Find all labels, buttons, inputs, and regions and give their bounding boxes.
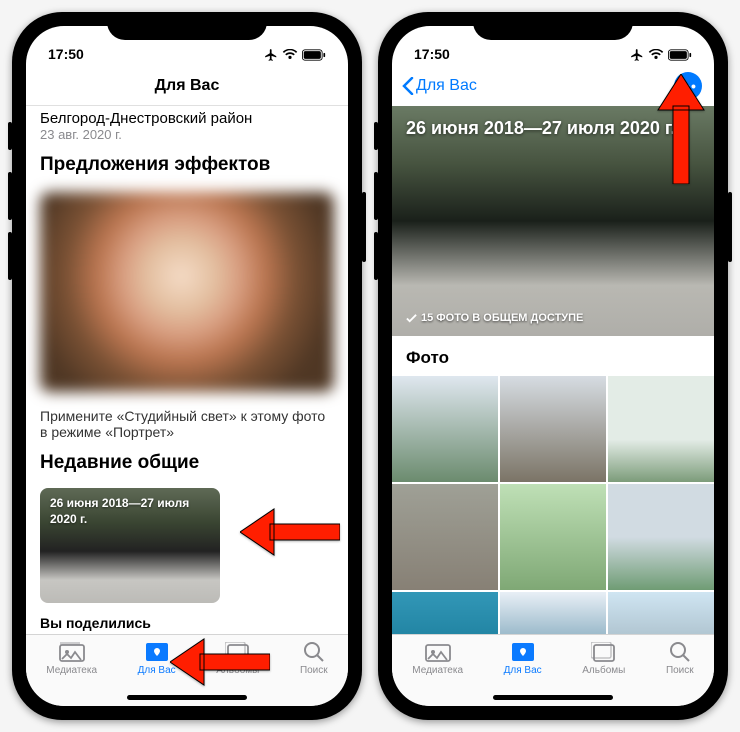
status-icons (264, 48, 326, 62)
for-you-icon (144, 641, 170, 663)
wifi-icon (282, 49, 298, 61)
wifi-icon (648, 49, 664, 61)
tab-for-you[interactable]: Для Вас (504, 641, 542, 676)
photo-thumb[interactable] (608, 484, 714, 590)
photo-thumb[interactable] (392, 376, 498, 482)
tab-albums[interactable]: Альбомы (582, 641, 625, 676)
photo-thumb[interactable] (392, 592, 498, 634)
tab-library[interactable]: Медиатека (46, 641, 97, 676)
chevron-left-icon (402, 77, 414, 95)
back-label: Для Вас (416, 77, 477, 95)
albums-icon (591, 641, 617, 663)
photo-thumb[interactable] (500, 376, 606, 482)
content-right[interactable]: 26 июня 2018—27 июля 2020 г. 15 ФОТО В О… (392, 106, 714, 634)
tab-search-label: Поиск (300, 665, 328, 676)
annotation-arrow-shared (240, 507, 340, 557)
effects-caption: Примените «Студийный свет» к этому фото … (26, 400, 348, 440)
home-indicator[interactable] (493, 695, 613, 700)
notch (473, 12, 633, 40)
photos-grid (392, 376, 714, 634)
shared-range: 26 июня 2018—27 июля 2020 г. (50, 496, 190, 527)
photo-thumb[interactable] (608, 592, 714, 634)
home-indicator[interactable] (127, 695, 247, 700)
tab-library[interactable]: Медиатека (412, 641, 463, 676)
airplane-icon (630, 48, 644, 62)
photos-heading: Фото (392, 336, 714, 376)
annotation-arrow-more (654, 74, 708, 184)
memory-location[interactable]: Белгород-Днестровский район (26, 106, 348, 127)
effects-card[interactable] (40, 192, 334, 392)
tab-albums-label: Альбомы (582, 665, 625, 676)
phone-right: 17:50 Для Вас ••• 26 июня 2018—27 июля 2… (378, 12, 728, 720)
status-time: 17:50 (48, 46, 108, 62)
search-icon (301, 641, 327, 663)
status-time: 17:50 (414, 46, 474, 62)
check-icon (406, 313, 417, 324)
status-icons (630, 48, 692, 62)
navbar: Для Вас (26, 66, 348, 106)
photo-thumb[interactable] (500, 592, 606, 634)
annotation-arrow-tab (170, 637, 270, 687)
battery-icon (302, 49, 326, 61)
photo-thumb[interactable] (392, 484, 498, 590)
hero-shared-tag: 15 ФОТО В ОБЩЕМ ДОСТУПЕ (406, 312, 583, 324)
library-icon (425, 641, 451, 663)
effects-heading: Предложения эффектов (26, 142, 348, 184)
photo-thumb[interactable] (608, 376, 714, 482)
tab-search[interactable]: Поиск (666, 641, 694, 676)
tab-library-label: Медиатека (46, 665, 97, 676)
search-icon (667, 641, 693, 663)
notch (107, 12, 267, 40)
tab-search[interactable]: Поиск (300, 641, 328, 676)
back-button[interactable]: Для Вас (402, 77, 477, 95)
airplane-icon (264, 48, 278, 62)
tab-for-you-label: Для Вас (504, 665, 542, 676)
battery-icon (668, 49, 692, 61)
shared-by: Вы поделились (40, 615, 151, 631)
library-icon (59, 641, 85, 663)
recent-shared-heading: Недавние общие (26, 440, 348, 482)
phone-left: 17:50 Для Вас Белгород-Днестровский райо… (12, 12, 362, 720)
nav-title: Для Вас (155, 77, 220, 95)
photo-thumb[interactable] (500, 484, 606, 590)
memory-date: 23 авг. 2020 г. (26, 127, 348, 142)
tab-search-label: Поиск (666, 665, 694, 676)
shared-card[interactable]: 26 июня 2018—27 июля 2020 г. (40, 488, 220, 603)
tab-library-label: Медиатека (412, 665, 463, 676)
for-you-icon (510, 641, 536, 663)
